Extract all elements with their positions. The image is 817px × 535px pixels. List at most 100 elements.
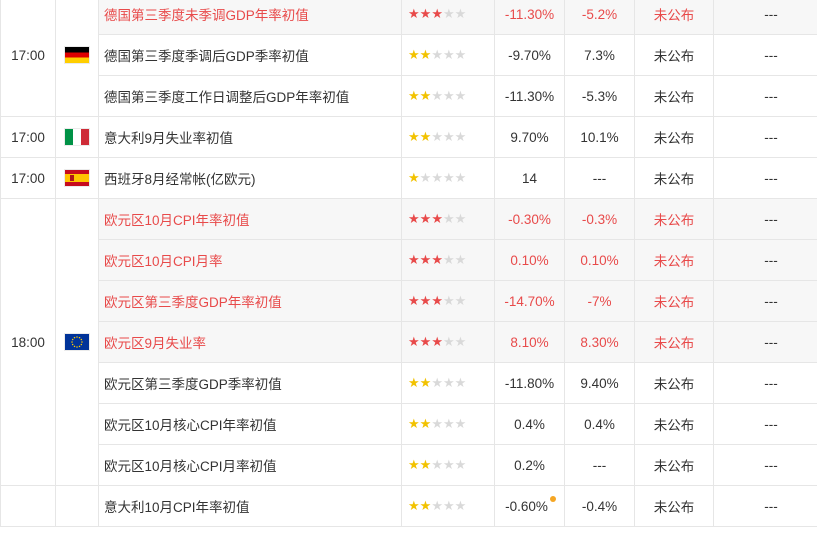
- star-icon: ★: [431, 457, 443, 472]
- event-row[interactable]: 17:00 德国第三季度未季调GDP年率初值 ★★★★★ -11.30% -5.2% 未公…: [0, 0, 817, 117]
- event-name[interactable]: 欧元区第三季度GDP季率初值: [98, 362, 402, 404]
- event-time: 17:00: [0, 0, 56, 117]
- event-name[interactable]: 意大利9月失业率初值: [98, 116, 402, 158]
- previous-value: 0.2%: [494, 444, 565, 486]
- importance-stars: ★★★★★: [401, 280, 495, 322]
- star-icon: ★: [442, 88, 455, 103]
- event-row[interactable]: 17:00 西班牙8月经常帐(亿欧元) ★★★★★ 14 --- 未公布 ---: [0, 157, 817, 199]
- event-row[interactable]: 欧元区第三季度GDP年率初值 ★★★★★ -14.70% -7% 未公布 ---: [1, 280, 817, 322]
- event-name[interactable]: 欧元区10月CPI月率: [98, 239, 402, 281]
- impact-value: ---: [713, 0, 817, 35]
- star-icon: ★: [408, 211, 420, 226]
- event-row[interactable]: 欧元区10月CPI月率 ★★★★★ 0.10% 0.10% 未公布 ---: [1, 239, 817, 281]
- importance-stars: ★★★★★: [401, 321, 495, 363]
- calendar-body: 17:00 德国第三季度未季调GDP年率初值 ★★★★★ -11.30% -5.2% 未公…: [0, 0, 817, 527]
- star-icon: ★: [454, 293, 467, 308]
- star-icon: ★: [408, 375, 420, 390]
- previous-value: 0.10%: [494, 239, 565, 281]
- importance-stars: ★★★★★: [401, 116, 495, 158]
- star-icon: ★: [442, 375, 455, 390]
- event-time: 17:00: [0, 116, 56, 158]
- star-icon: ★: [419, 129, 432, 144]
- forecast-value: -7%: [564, 280, 635, 322]
- star-icon: ★: [408, 293, 420, 308]
- star-icon: ★: [419, 457, 432, 472]
- star-icon: ★: [419, 211, 432, 226]
- previous-value: 14: [494, 157, 565, 199]
- event-name[interactable]: 欧元区10月CPI年率初值: [98, 198, 402, 240]
- star-icon: ★: [454, 88, 467, 103]
- star-icon: ★: [454, 211, 467, 226]
- event-time: [0, 485, 56, 527]
- impact-value: ---: [713, 75, 817, 117]
- forecast-value: ---: [564, 444, 635, 486]
- event-name[interactable]: 欧元区9月失业率: [98, 321, 402, 363]
- impact-value: ---: [713, 280, 817, 322]
- importance-stars: ★★★★★: [401, 403, 495, 445]
- event-name[interactable]: 德国第三季度季调后GDP季率初值: [98, 34, 402, 76]
- event-row[interactable]: 德国第三季度季调后GDP季率初值 ★★★★★ -9.70% 7.3% 未公布 ---: [1, 34, 817, 76]
- event-row[interactable]: 欧元区9月失业率 ★★★★★ 8.10% 8.30% 未公布 ---: [1, 321, 817, 363]
- star-icon: ★: [419, 252, 432, 267]
- forecast-value: 0.10%: [564, 239, 635, 281]
- event-row[interactable]: 意大利10月CPI年率初值 ★★★★★ -0.60% -0.4% 未公布 ---: [0, 485, 817, 527]
- impact-value: ---: [713, 34, 817, 76]
- star-icon: ★: [442, 170, 455, 185]
- star-icon: ★: [454, 375, 467, 390]
- previous-value: -11.80%: [494, 362, 565, 404]
- star-icon: ★: [442, 47, 455, 62]
- star-icon: ★: [408, 334, 420, 349]
- star-icon: ★: [419, 293, 432, 308]
- star-icon: ★: [431, 88, 443, 103]
- previous-value: -0.30%: [494, 198, 565, 240]
- event-name[interactable]: 欧元区10月核心CPI年率初值: [98, 403, 402, 445]
- event-row[interactable]: 德国第三季度工作日调整后GDP年率初值 ★★★★★ -11.30% -5.3% 未公布 -…: [1, 75, 817, 117]
- impact-value: ---: [713, 444, 817, 486]
- actual-value: 未公布: [634, 157, 714, 199]
- star-icon: ★: [431, 416, 443, 431]
- event-row[interactable]: 18:00 欧元区10月CPI年率初值 ★★★★★ -0.30% -0.3% 未公布 ---: [0, 198, 817, 486]
- star-icon: ★: [419, 375, 432, 390]
- event-row[interactable]: 欧元区第三季度GDP季率初值 ★★★★★ -11.80% 9.40% 未公布 ---: [1, 362, 817, 404]
- importance-stars: ★★★★★: [401, 444, 495, 486]
- star-icon: ★: [454, 252, 467, 267]
- star-icon: ★: [442, 457, 455, 472]
- star-icon: ★: [431, 211, 443, 226]
- previous-value: -0.60%: [494, 485, 565, 527]
- country-flag-cell: [55, 157, 99, 199]
- actual-value: 未公布: [634, 485, 714, 527]
- eu-flag-icon: [65, 334, 89, 351]
- importance-stars: ★★★★★: [401, 0, 495, 35]
- star-icon: ★: [454, 47, 467, 62]
- previous-value: -11.30%: [494, 0, 565, 35]
- event-name[interactable]: 西班牙8月经常帐(亿欧元): [98, 157, 402, 199]
- event-name[interactable]: 欧元区10月核心CPI月率初值: [98, 444, 402, 486]
- event-name[interactable]: 意大利10月CPI年率初值: [98, 485, 402, 527]
- star-icon: ★: [419, 88, 432, 103]
- event-name[interactable]: 德国第三季度工作日调整后GDP年率初值: [98, 75, 402, 117]
- actual-value: 未公布: [634, 403, 714, 445]
- event-time: 17:00: [0, 157, 56, 199]
- star-icon: ★: [419, 47, 432, 62]
- importance-stars: ★★★★★: [401, 198, 495, 240]
- star-icon: ★: [408, 252, 420, 267]
- importance-stars: ★★★★★: [401, 239, 495, 281]
- impact-value: ---: [713, 321, 817, 363]
- star-icon: ★: [408, 129, 420, 144]
- star-icon: ★: [442, 129, 455, 144]
- event-row[interactable]: 17:00 意大利9月失业率初值 ★★★★★ 9.70% 10.1% 未公布 ---: [0, 116, 817, 158]
- actual-value: 未公布: [634, 34, 714, 76]
- star-icon: ★: [454, 334, 467, 349]
- impact-value: ---: [713, 198, 817, 240]
- forecast-value: -5.3%: [564, 75, 635, 117]
- event-row[interactable]: 欧元区10月核心CPI年率初值 ★★★★★ 0.4% 0.4% 未公布 ---: [1, 403, 817, 445]
- star-icon: ★: [419, 170, 432, 185]
- event-name[interactable]: 欧元区第三季度GDP年率初值: [98, 280, 402, 322]
- star-icon: ★: [419, 498, 432, 513]
- note-dot-icon: [549, 495, 556, 502]
- previous-value: 0.4%: [494, 403, 565, 445]
- germany-flag-icon: [65, 47, 89, 64]
- event-row[interactable]: 欧元区10月核心CPI月率初值 ★★★★★ 0.2% --- 未公布 ---: [1, 444, 817, 486]
- event-name[interactable]: 德国第三季度未季调GDP年率初值: [98, 0, 402, 35]
- star-icon: ★: [431, 252, 443, 267]
